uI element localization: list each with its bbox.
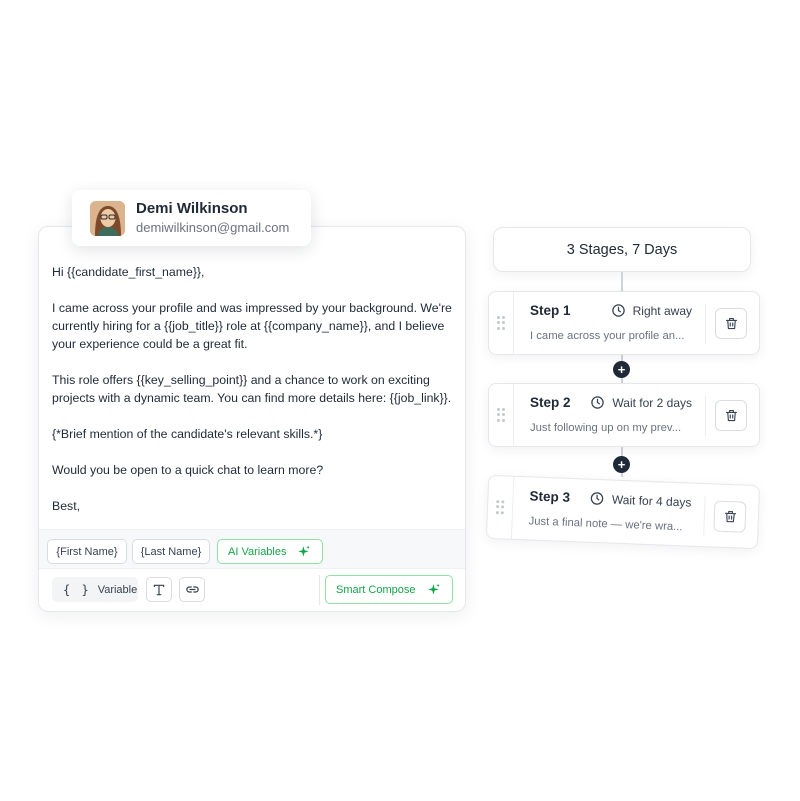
link-icon — [185, 586, 199, 593]
smart-compose-button[interactable]: Smart Compose — [325, 575, 453, 604]
add-step-button[interactable]: + — [613, 456, 630, 473]
smart-compose-label: Smart Compose — [336, 583, 416, 596]
drag-handle-icon[interactable] — [497, 408, 505, 422]
clock-icon — [591, 492, 604, 505]
step-title: Step 1 — [530, 303, 571, 318]
avatar — [90, 200, 125, 236]
text-format-button[interactable] — [146, 577, 172, 602]
trash-icon — [724, 510, 736, 523]
email-paragraph: {*Brief mention of the candidate's relev… — [52, 427, 323, 441]
step-wait-label: Wait for 4 days — [611, 492, 692, 510]
toolbar-divider — [319, 575, 320, 605]
delete-step-button[interactable] — [713, 500, 747, 533]
first-name-variable-chip[interactable]: {First Name} — [47, 539, 127, 564]
plus-icon: + — [617, 457, 626, 472]
step-title: Step 2 — [530, 395, 571, 410]
sequence-summary: 3 Stages, 7 Days — [493, 227, 751, 272]
sequence-step-2[interactable]: Step 2 Wait for 2 days Just following up… — [488, 383, 760, 447]
trash-icon — [725, 409, 737, 422]
step-preview: I came across your profile an... — [530, 330, 685, 342]
drag-handle-icon[interactable] — [495, 500, 505, 515]
drag-handle-icon[interactable] — [497, 316, 505, 330]
composer-toolbar: { } Variable Smart Compose — [39, 569, 465, 612]
step-preview: Just a final note — we're wra... — [528, 515, 683, 534]
variable-label: Variable — [97, 583, 138, 596]
last-name-variable-chip[interactable]: {Last Name} — [132, 539, 210, 564]
ai-variables-button[interactable]: AI Variables — [217, 539, 323, 564]
step-wait: Wait for 2 days — [590, 395, 692, 410]
email-signoff: Best, — [52, 499, 81, 513]
email-greeting: Hi {{candidate_first_name}}, — [52, 265, 205, 279]
sparkle-icon — [428, 583, 441, 595]
step-title: Step 3 — [529, 488, 571, 505]
plus-icon: + — [617, 362, 626, 377]
email-paragraph: This role offers {{key_selling_point}} a… — [52, 373, 452, 405]
insert-link-button[interactable] — [179, 577, 205, 602]
step-wait: Wait for 4 days — [590, 491, 692, 510]
email-paragraph: Would you be open to a quick chat to lea… — [52, 463, 324, 477]
recipient-name: Demi Wilkinson — [136, 199, 248, 217]
step-wait-label: Wait for 2 days — [612, 395, 692, 410]
delete-step-button[interactable] — [715, 400, 747, 431]
sequence-step-1[interactable]: Step 1 Right away I came across your pro… — [488, 291, 760, 355]
recipient-email: demiwilkinson@gmail.com — [136, 219, 290, 235]
insert-variable-button[interactable]: { } Variable — [52, 577, 138, 602]
add-step-button[interactable]: + — [613, 361, 630, 378]
trash-icon — [725, 317, 737, 330]
email-body[interactable]: Hi {{candidate_first_name}}, I came acro… — [52, 263, 457, 533]
ai-variables-label: AI Variables — [228, 545, 287, 558]
recipient-card: Demi Wilkinson demiwilkinson@gmail.com — [72, 190, 311, 246]
step-wait: Right away — [611, 303, 692, 318]
email-paragraph: I came across your profile and was impre… — [52, 301, 452, 351]
sparkle-icon — [297, 545, 310, 557]
clock-icon — [611, 304, 625, 317]
text-icon — [153, 584, 165, 595]
variables-bar: {First Name} {Last Name} AI Variables — [39, 529, 465, 569]
braces-icon: { } — [63, 582, 91, 597]
email-composer: Hi {{candidate_first_name}}, I came acro… — [38, 226, 466, 612]
clock-icon — [591, 396, 605, 409]
step-wait-label: Right away — [632, 303, 692, 318]
sequence-step-3[interactable]: Step 3 Wait for 4 days Just a final note… — [485, 474, 761, 550]
connector-line — [621, 272, 623, 292]
delete-step-button[interactable] — [715, 308, 747, 339]
step-preview: Just following up on my prev... — [530, 422, 682, 434]
